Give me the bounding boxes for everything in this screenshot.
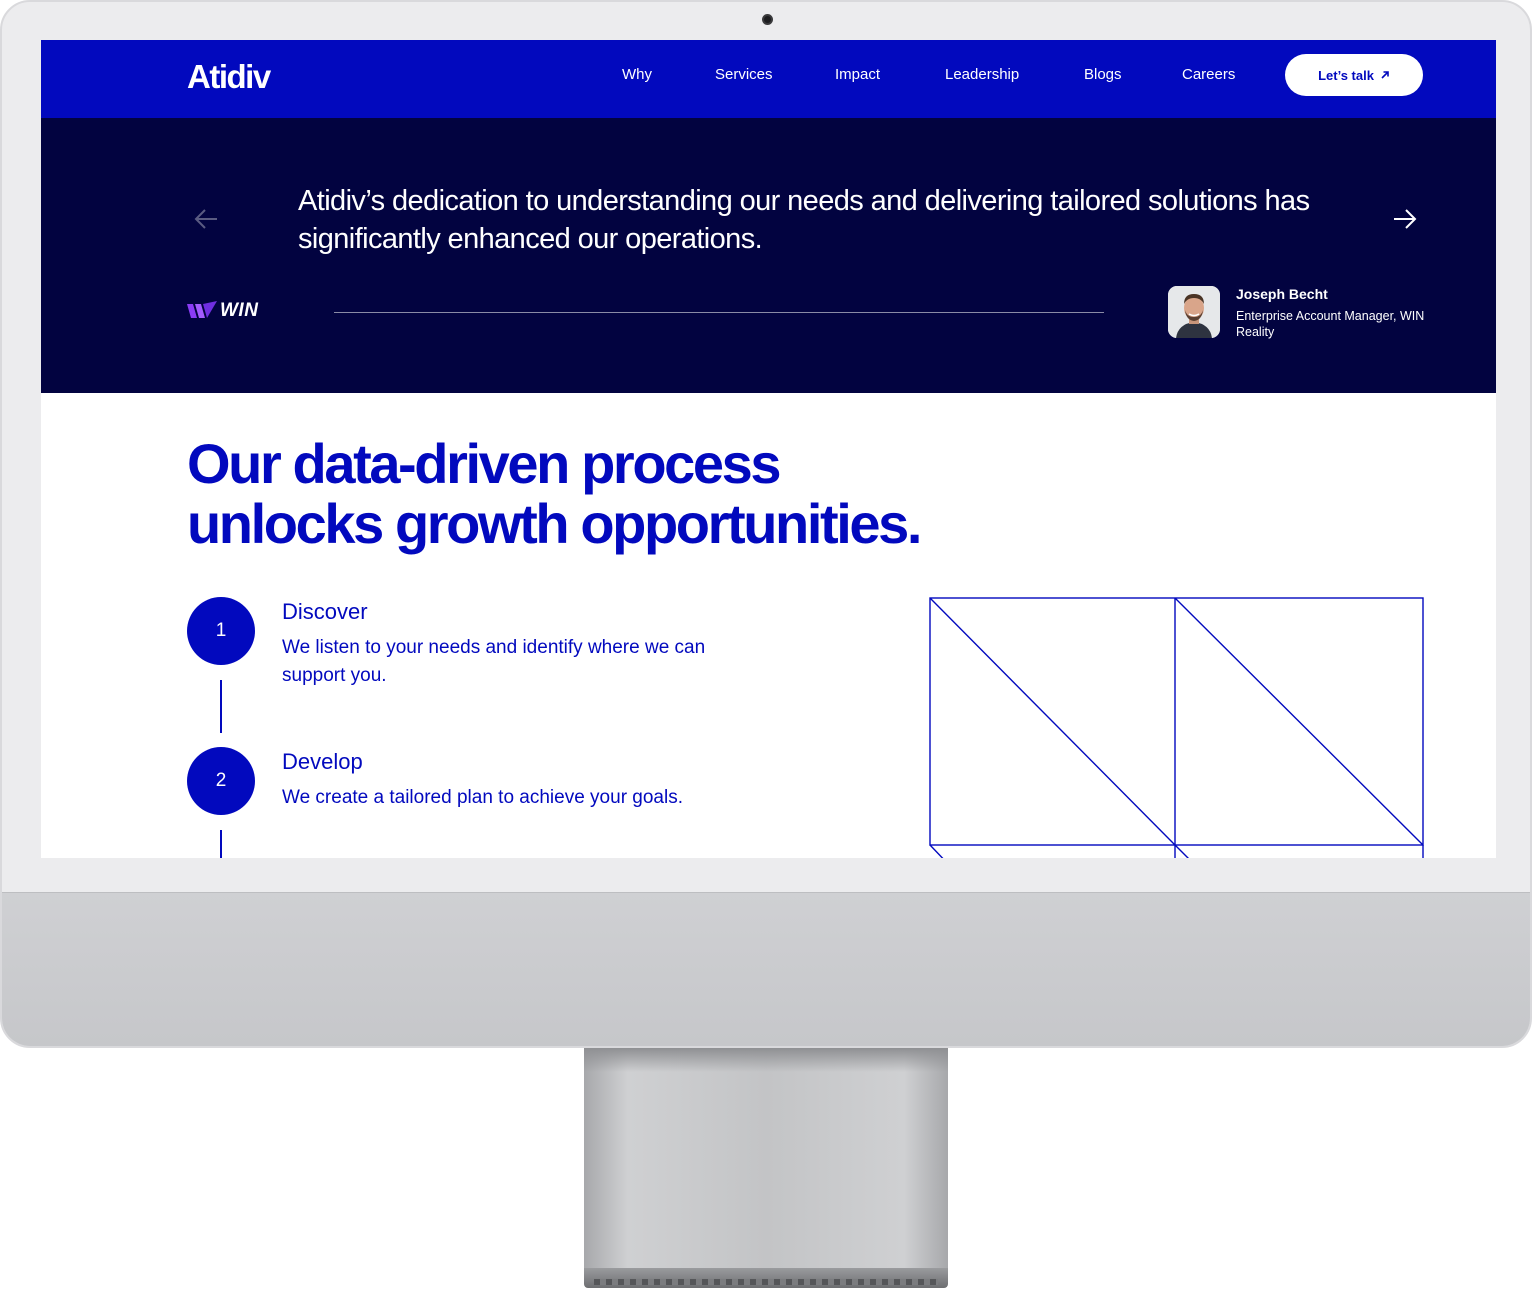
step-connector-line [220,680,222,733]
step-1-title: Discover [282,599,368,624]
arrow-up-right-icon [1381,71,1389,79]
author-role: Enterprise Account Manager, WIN Reality [1236,309,1425,339]
step-2-title: Develop [282,749,363,774]
lets-talk-button[interactable]: Let’s talk [1285,54,1423,96]
nav-link-leadership[interactable]: Leadership [945,66,1019,83]
arrow-left-icon [194,209,217,229]
nav-link-blogs[interactable]: Blogs [1084,66,1122,83]
author-name: Joseph Becht [1236,286,1328,302]
headline-line-2: unlocks growth opportunities. [187,492,922,555]
camera-icon [762,14,773,25]
monitor-stand-foot [584,1268,948,1288]
nav-link-why[interactable]: Why [622,66,652,83]
testimonial-quote: Atidiv’s dedication to understanding our… [298,185,1310,255]
step-1-description: We listen to your needs and identify whe… [282,637,706,686]
monitor-body: Atidiv Why Services Impact Leadership Bl… [0,0,1532,1048]
arrow-right-icon [1394,209,1417,229]
nav-link-services[interactable]: Services [715,66,773,83]
testimonial-section: Atidiv’s dedication to understanding our… [41,118,1496,393]
lets-talk-label: Let’s talk [1318,67,1374,83]
monitor-stand [584,1048,948,1272]
monitor-chin [2,892,1530,1046]
win-company-logo: WIN [187,300,258,322]
step-2-number: 2 [187,747,255,815]
person-avatar-icon [1168,286,1220,338]
nav-link-impact[interactable]: Impact [835,66,880,83]
testimonial-divider [334,312,1104,313]
process-headline: Our data-driven process unlocks growth o… [187,432,922,555]
nav-link-careers[interactable]: Careers [1182,66,1235,83]
top-navbar: Atidiv Why Services Impact Leadership Bl… [41,40,1496,118]
step-connector-line [220,830,222,858]
geometric-pattern [929,597,1424,858]
win-wordmark: WIN [220,300,259,321]
step-2-description: We create a tailored plan to achieve you… [282,787,683,808]
prev-testimonial-button[interactable] [192,204,222,234]
atidiv-logo[interactable]: Atidiv [187,58,271,96]
step-1-number: 1 [187,597,255,665]
win-mark-icon [187,300,217,322]
headline-line-1: Our data-driven process [187,432,782,495]
avatar [1168,286,1220,338]
next-testimonial-button[interactable] [1389,204,1419,234]
screen: Atidiv Why Services Impact Leadership Bl… [41,40,1496,858]
